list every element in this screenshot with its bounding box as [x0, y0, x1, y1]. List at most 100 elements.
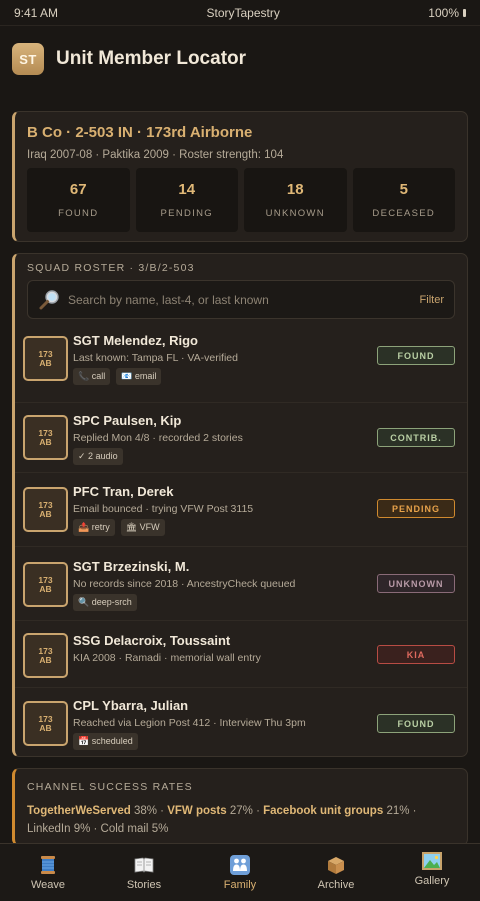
member-name: SGT Brzezinski, M.: [73, 559, 190, 574]
stat-value: 5: [399, 181, 408, 198]
channel-rate: 5%: [151, 823, 169, 835]
member-name: PFC Tran, Derek: [73, 484, 174, 499]
vfw-chip[interactable]: 🏛 VFW: [120, 519, 165, 536]
deep-search-chip[interactable]: 🔍 deep-srch: [73, 594, 137, 611]
channel-rate: 27%: [229, 805, 253, 817]
stat-value: 18: [286, 181, 304, 198]
app-logo: ST: [12, 43, 44, 75]
action-chips: ✓ 2 audio: [73, 448, 455, 465]
tab-label: Weave: [30, 879, 66, 891]
archive-box-icon: [328, 857, 344, 874]
action-chips: 🔍 deep-srch: [73, 594, 455, 611]
unit-patch-icon: 173 AB: [23, 701, 68, 746]
email-chip[interactable]: 📧 email: [116, 368, 162, 385]
stat-unknown[interactable]: 18 Unknown: [244, 168, 347, 232]
squad-roster-card: Squad Roster · 3/B/2-503 Filter 173 AB S…: [12, 253, 468, 757]
patch-bottom: AB: [39, 583, 52, 594]
gallery-icon: [422, 852, 442, 870]
search-input[interactable]: [68, 292, 420, 307]
tab-label: Stories: [126, 879, 162, 891]
status-badge: KIA: [377, 645, 455, 664]
stat-label: Deceased: [372, 208, 436, 219]
stat-value: 67: [69, 181, 87, 198]
channel-name: LinkedIn: [27, 823, 71, 835]
tab-gallery[interactable]: Gallery: [387, 850, 477, 887]
status-badge: Found: [377, 346, 455, 365]
tab-label: Archive: [317, 879, 355, 891]
channel-section-label: Channel Success Rates: [27, 781, 193, 793]
call-chip[interactable]: 📞 call: [73, 368, 111, 385]
table-row[interactable]: 173 AB SPC Paulsen, Kip Replied Mon 4/8 …: [15, 403, 467, 473]
channel-rates: TogetherWeServed 38% · VFW posts 27% · F…: [27, 805, 417, 835]
channel-rate: 9%: [73, 823, 91, 835]
table-row[interactable]: 173 AB CPL Ybarra, Julian Reached via Le…: [15, 688, 467, 756]
stat-found[interactable]: 67 Found: [27, 168, 130, 232]
patch-bottom: AB: [39, 357, 52, 368]
member-name: CPL Ybarra, Julian: [73, 698, 189, 713]
status-badge: Contrib.: [377, 428, 455, 447]
roster-search: Filter: [27, 280, 455, 319]
roster-list: 173 AB SGT Melendez, Rigo Last known: Ta…: [15, 333, 467, 756]
channel-rate: 21%: [386, 805, 410, 817]
tab-stories[interactable]: Stories: [99, 854, 189, 891]
clock: 9:41 AM: [14, 5, 59, 20]
status-badge: Pending: [377, 499, 455, 518]
book-icon: [134, 857, 154, 873]
unit-patch-icon: 173 AB: [23, 562, 68, 607]
unit-name: B Co · 2-503 IN · 173rd Airborne: [27, 124, 253, 141]
unit-summary-card: B Co · 2-503 IN · 173rd Airborne Iraq 20…: [12, 111, 468, 242]
search-icon: [39, 289, 59, 309]
unit-patch-icon: 173 AB: [23, 415, 68, 460]
family-icon: [230, 855, 250, 875]
stat-pending[interactable]: 14 Pending: [135, 168, 238, 232]
filter-button[interactable]: Filter: [420, 294, 444, 306]
unit-subtitle: Iraq 2007-08 · Paktika 2009 · Roster str…: [27, 149, 284, 161]
tab-bar: Weave Stories Family Archive Gallery: [0, 843, 480, 901]
stat-label: Pending: [160, 208, 213, 219]
stat-value: 14: [178, 181, 196, 198]
unit-patch-icon: 173 AB: [23, 487, 68, 532]
page-title: Unit Member Locator: [56, 48, 247, 69]
battery-level: 100%: [428, 5, 459, 20]
unit-patch-icon: 173 AB: [23, 336, 68, 381]
battery-icon: [463, 8, 466, 17]
scheduled-chip[interactable]: 📅 scheduled: [73, 733, 138, 750]
stat-label: Unknown: [265, 208, 325, 219]
table-row[interactable]: 173 AB SSG Delacroix, Toussaint KIA 2008…: [15, 621, 467, 688]
action-chips: 📅 scheduled: [73, 733, 455, 750]
tab-label: Family: [223, 879, 257, 891]
unit-patch-icon: 173 AB: [23, 633, 68, 678]
status-bar: 9:41 AM StoryTapestry 100%: [0, 0, 480, 26]
channel-name: TogetherWeServed: [27, 805, 131, 817]
tab-archive[interactable]: Archive: [291, 854, 381, 891]
patch-bottom: AB: [39, 508, 52, 519]
table-row[interactable]: 173 AB SGT Melendez, Rigo Last known: Ta…: [15, 333, 467, 403]
tab-family[interactable]: Family: [195, 854, 285, 891]
member-name: SPC Paulsen, Kip: [73, 413, 182, 428]
app-header: ST Unit Member Locator: [0, 26, 480, 89]
table-row[interactable]: 173 AB SGT Brzezinski, M. No records sin…: [15, 547, 467, 621]
patch-bottom: AB: [39, 722, 52, 733]
status-badge: Found: [377, 714, 455, 733]
table-row[interactable]: 173 AB PFC Tran, Derek Email bounced · t…: [15, 473, 467, 547]
channel-rate: 38%: [133, 805, 157, 817]
roster-section-label: Squad Roster · 3/B/2-503: [27, 262, 195, 274]
channel-name: VFW posts: [167, 805, 227, 817]
status-badge: Unknown: [377, 574, 455, 593]
thread-spool-icon: [41, 856, 55, 874]
audio-chip[interactable]: ✓ 2 audio: [73, 448, 123, 465]
app-name: StoryTapestry: [206, 5, 280, 20]
channel-name: Cold mail: [100, 823, 149, 835]
channel-name: Facebook unit groups: [263, 805, 384, 817]
tab-label: Gallery: [414, 875, 450, 887]
battery: 100%: [428, 6, 466, 20]
action-chips: 📤 retry 🏛 VFW: [73, 519, 455, 536]
channel-success-card: Channel Success Rates TogetherWeServed 3…: [12, 768, 468, 846]
tab-weave[interactable]: Weave: [3, 854, 93, 891]
patch-bottom: AB: [39, 654, 52, 665]
stat-deceased[interactable]: 5 Deceased: [352, 168, 455, 232]
action-chips: 📞 call 📧 email: [73, 368, 455, 385]
patch-bottom: AB: [39, 436, 52, 447]
stat-label: Found: [58, 208, 99, 219]
retry-chip[interactable]: 📤 retry: [73, 519, 115, 536]
